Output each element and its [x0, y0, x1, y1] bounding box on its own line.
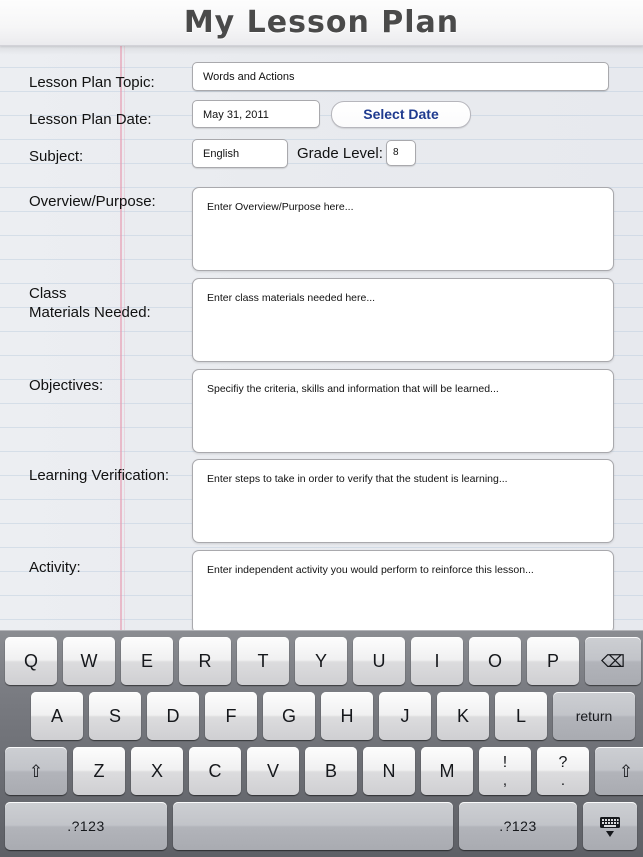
page-title: My Lesson Plan	[183, 5, 460, 40]
label-overview-purpose: Overview/Purpose:	[29, 193, 156, 210]
key-b[interactable]: B	[305, 747, 357, 795]
lesson-plan-topic-input[interactable]: Words and Actions	[192, 62, 609, 91]
key-v[interactable]: V	[247, 747, 299, 795]
key-p[interactable]: P	[527, 637, 579, 685]
key-space[interactable]	[173, 802, 453, 850]
shift-up-arrow-icon: ⇧	[618, 761, 634, 781]
key-question-label: ?	[558, 753, 568, 771]
class-materials-textarea[interactable]: Enter class materials needed here...	[192, 278, 614, 362]
key-exclamation-comma[interactable]: ! ,	[479, 747, 531, 795]
key-w[interactable]: W	[63, 637, 115, 685]
overview-purpose-textarea[interactable]: Enter Overview/Purpose here...	[192, 187, 614, 271]
key-q[interactable]: Q	[5, 637, 57, 685]
paper-margin-line	[120, 45, 122, 630]
paper-margin-line-secondary	[124, 45, 125, 630]
label-lesson-plan-date: Lesson Plan Date:	[29, 111, 152, 128]
key-hide-keyboard[interactable]	[583, 802, 637, 850]
key-x[interactable]: X	[131, 747, 183, 795]
learning-verification-textarea[interactable]: Enter steps to take in order to verify t…	[192, 459, 614, 543]
key-numbers-left[interactable]: .?123	[5, 802, 167, 850]
key-backspace[interactable]: ⌫	[585, 637, 641, 685]
key-m[interactable]: M	[421, 747, 473, 795]
key-l[interactable]: L	[495, 692, 547, 740]
lesson-plan-date-input[interactable]: May 31, 2011	[192, 100, 320, 128]
subject-input[interactable]: English	[192, 139, 288, 168]
key-period-label: .	[560, 771, 566, 789]
keyboard-row-3: ⇧ Z X C V B N M ! , ? . ⇧	[0, 746, 643, 796]
objectives-textarea[interactable]: Specifiy the criteria, skills and inform…	[192, 369, 614, 453]
backspace-icon: ⌫	[600, 651, 626, 671]
key-z[interactable]: Z	[73, 747, 125, 795]
grade-level-input[interactable]: 8	[386, 140, 416, 166]
hide-keyboard-icon	[600, 817, 620, 837]
keyboard-row-4: .?123 .?123	[0, 801, 643, 851]
label-activity: Activity:	[29, 559, 81, 576]
label-subject: Subject:	[29, 148, 84, 165]
keyboard-row-2: A S D F G H J K L return	[0, 691, 643, 741]
key-r[interactable]: R	[179, 637, 231, 685]
key-n[interactable]: N	[363, 747, 415, 795]
onscreen-keyboard: Q W E R T Y U I O P ⌫ A S D F G H J K L …	[0, 630, 643, 857]
key-a[interactable]: A	[31, 692, 83, 740]
key-j[interactable]: J	[379, 692, 431, 740]
key-y[interactable]: Y	[295, 637, 347, 685]
label-grade-level: Grade Level:	[297, 145, 383, 162]
key-g[interactable]: G	[263, 692, 315, 740]
label-learning-verification: Learning Verification:	[29, 467, 170, 484]
key-question-period[interactable]: ? .	[537, 747, 589, 795]
key-s[interactable]: S	[89, 692, 141, 740]
key-return[interactable]: return	[553, 692, 635, 740]
key-k[interactable]: K	[437, 692, 489, 740]
key-e[interactable]: E	[121, 637, 173, 685]
key-i[interactable]: I	[411, 637, 463, 685]
label-objectives: Objectives:	[29, 377, 104, 394]
key-h[interactable]: H	[321, 692, 373, 740]
shift-up-arrow-icon: ⇧	[28, 761, 44, 781]
lesson-plan-app: My Lesson Plan Lesson Plan Topic: Lesson…	[0, 0, 643, 857]
app-header: My Lesson Plan	[0, 0, 643, 46]
key-shift-left[interactable]: ⇧	[5, 747, 67, 795]
key-t[interactable]: T	[237, 637, 289, 685]
sheet-top-shadow	[0, 45, 643, 55]
label-lesson-plan-topic: Lesson Plan Topic:	[29, 74, 155, 91]
select-date-button[interactable]: Select Date	[331, 101, 471, 128]
label-class-materials-needed: Class Materials Needed:	[29, 285, 151, 321]
key-numbers-right[interactable]: .?123	[459, 802, 577, 850]
key-f[interactable]: F	[205, 692, 257, 740]
activity-textarea[interactable]: Enter independent activity you would per…	[192, 550, 614, 634]
keyboard-row-1: Q W E R T Y U I O P ⌫	[0, 636, 643, 686]
key-exclamation-label: !	[502, 753, 508, 771]
key-o[interactable]: O	[469, 637, 521, 685]
key-u[interactable]: U	[353, 637, 405, 685]
key-shift-right[interactable]: ⇧	[595, 747, 643, 795]
key-d[interactable]: D	[147, 692, 199, 740]
key-comma-label: ,	[502, 771, 508, 789]
key-c[interactable]: C	[189, 747, 241, 795]
